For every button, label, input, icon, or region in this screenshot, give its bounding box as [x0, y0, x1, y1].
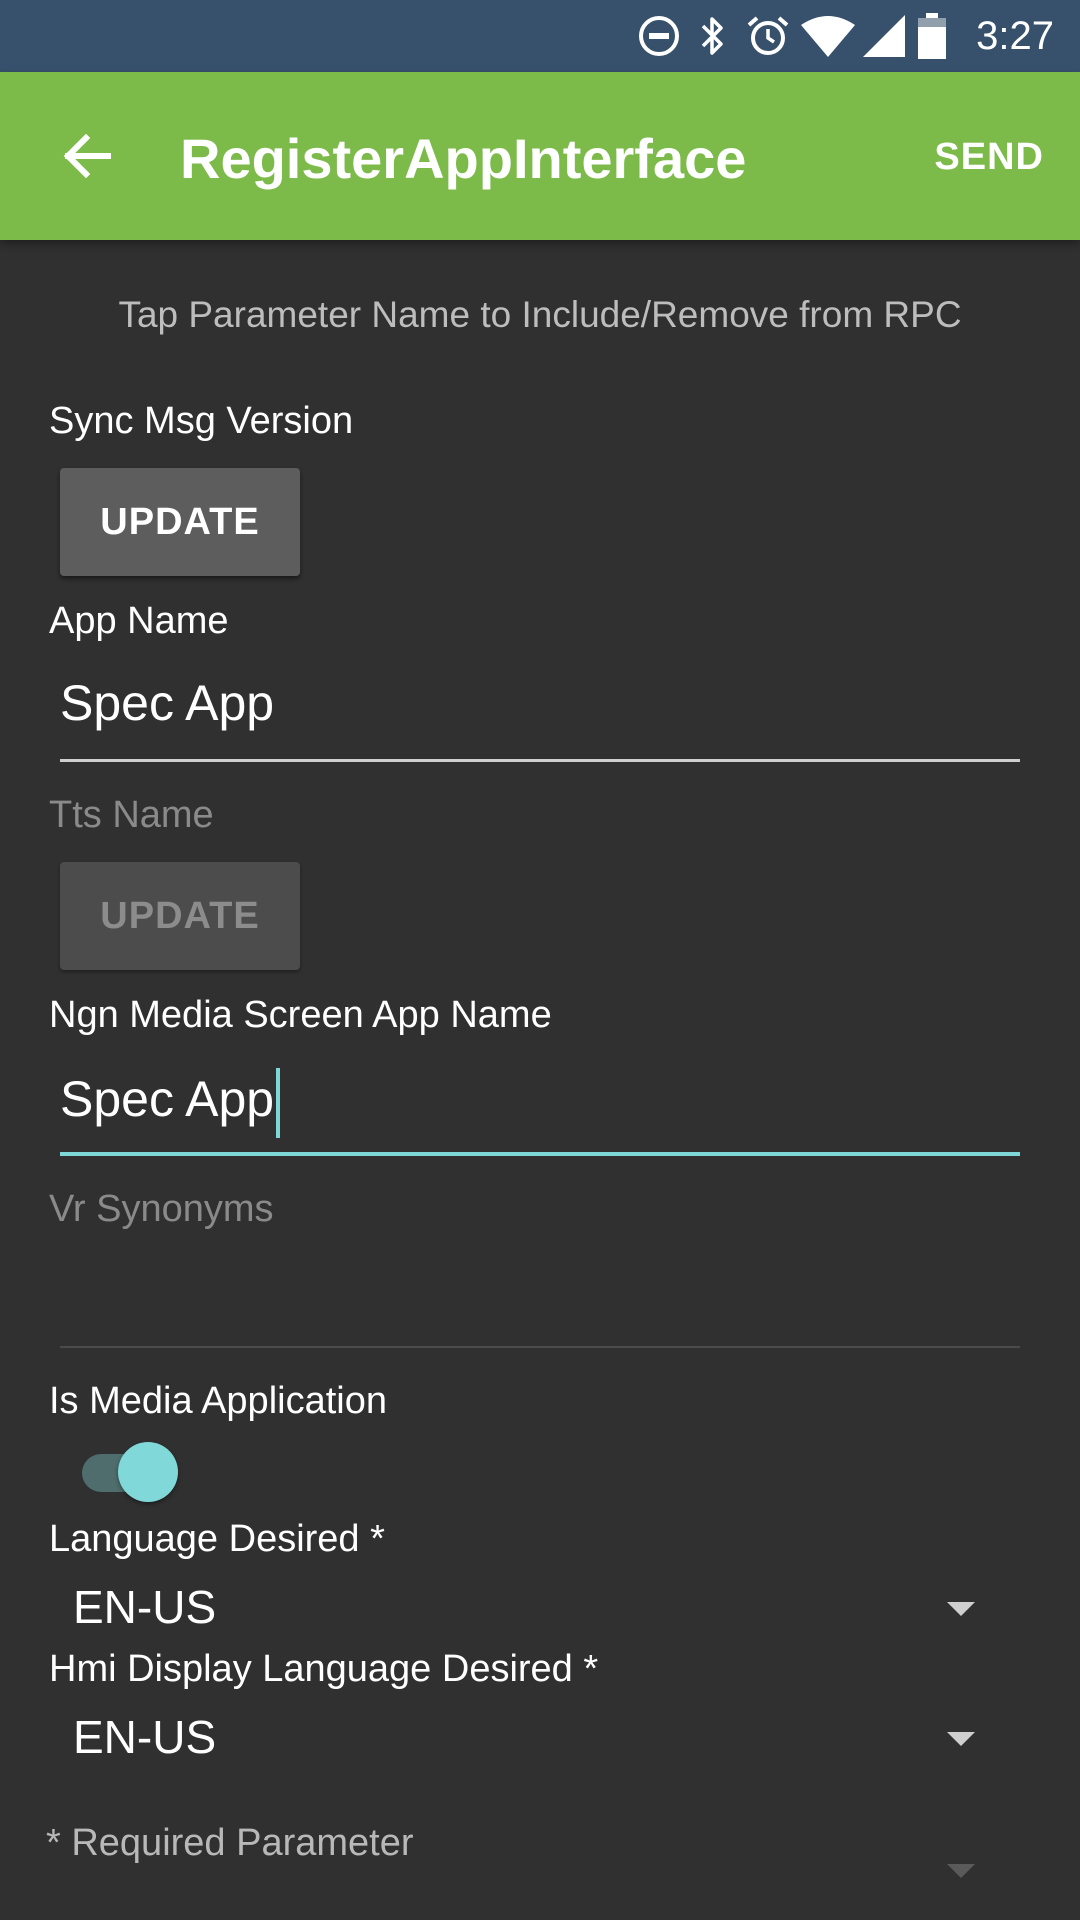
- toggle-thumb: [118, 1442, 178, 1502]
- param-label-is-media-application[interactable]: Is Media Application: [49, 1380, 387, 1423]
- cellular-signal-icon: [858, 15, 910, 57]
- hint-text: Tap Parameter Name to Include/Remove fro…: [118, 294, 962, 335]
- hmi-display-language-desired-dropdown[interactable]: EN-US: [60, 1704, 1020, 1776]
- input-underline: [60, 759, 1020, 762]
- param-label-app-name[interactable]: App Name: [49, 600, 229, 643]
- do-not-disturb-icon: [630, 14, 688, 58]
- sync-msg-version-update-button[interactable]: UPDATE: [60, 468, 300, 576]
- param-label-vr-synonyms[interactable]: Vr Synonyms: [49, 1188, 274, 1231]
- app-name-input[interactable]: Spec App: [60, 666, 1020, 762]
- language-desired-dropdown[interactable]: EN-US: [60, 1574, 1020, 1646]
- param-label-tts-name[interactable]: Tts Name: [49, 794, 214, 837]
- hmi-display-language-desired-value: EN-US: [73, 1711, 217, 1763]
- dropdown-arrow-icon: [947, 1864, 975, 1878]
- param-label-hmi-display-language-desired[interactable]: Hmi Display Language Desired *: [49, 1648, 598, 1691]
- status-icons: 3:27: [630, 0, 1080, 72]
- send-button[interactable]: SEND: [934, 136, 1044, 179]
- partially-visible-dropdown[interactable]: [60, 1836, 1020, 1878]
- dropdown-arrow-icon: [947, 1732, 975, 1746]
- vr-synonyms-underline: [60, 1346, 1020, 1348]
- back-button[interactable]: [56, 124, 120, 188]
- language-desired-value: EN-US: [73, 1581, 217, 1633]
- bluetooth-icon: [688, 14, 738, 58]
- clock-time: 3:27: [976, 13, 1054, 58]
- vr-synonyms-input[interactable]: [60, 1252, 1020, 1348]
- tts-name-update-button[interactable]: UPDATE: [60, 862, 300, 970]
- wifi-icon: [798, 15, 858, 57]
- dropdown-arrow-icon: [947, 1602, 975, 1616]
- battery-icon: [910, 13, 954, 59]
- ngn-media-screen-app-name-value: Spec App: [60, 1071, 275, 1128]
- app-name-value: Spec App: [60, 675, 275, 731]
- ngn-media-screen-app-name-input[interactable]: Spec App: [60, 1060, 1020, 1156]
- alarm-icon: [738, 13, 798, 59]
- status-bar: 3:27: [0, 0, 1080, 72]
- page-title: RegisterAppInterface: [180, 127, 747, 190]
- is-media-application-toggle[interactable]: [82, 1440, 182, 1504]
- text-cursor: [276, 1068, 281, 1138]
- parameter-form: Tap Parameter Name to Include/Remove fro…: [0, 240, 1080, 1920]
- ngn-media-screen-app-name-value-wrapper: Spec App: [60, 1068, 281, 1138]
- param-label-language-desired[interactable]: Language Desired *: [49, 1518, 385, 1561]
- app-bar: RegisterAppInterface SEND: [0, 72, 1080, 240]
- input-underline-focused: [60, 1152, 1020, 1156]
- arrow-left-icon: [63, 133, 111, 179]
- param-label-ngn-media-screen-app-name[interactable]: Ngn Media Screen App Name: [49, 994, 552, 1037]
- param-label-sync-msg-version[interactable]: Sync Msg Version: [49, 400, 353, 443]
